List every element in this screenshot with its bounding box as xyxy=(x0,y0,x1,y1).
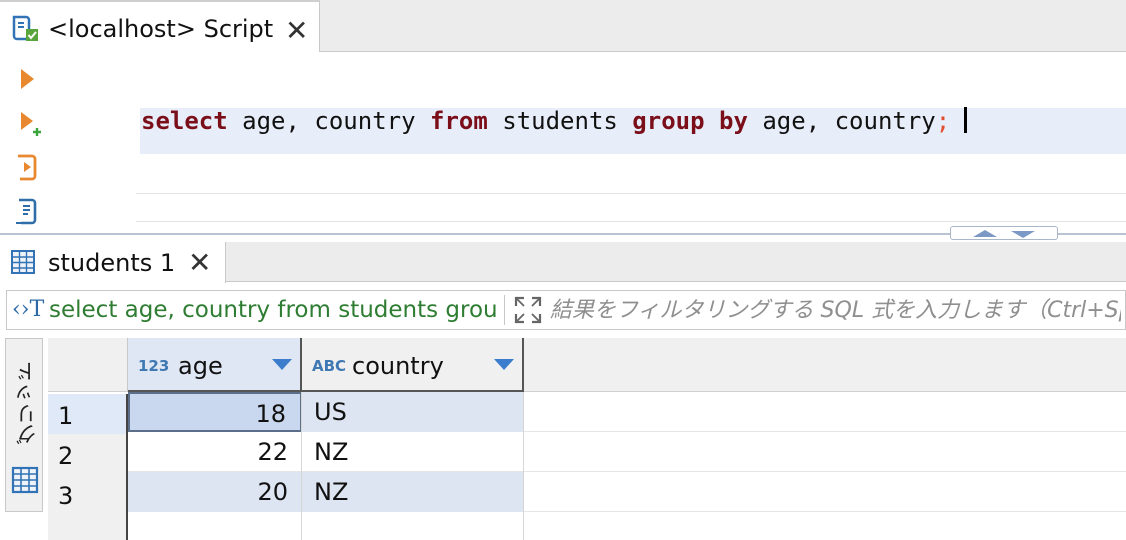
splitter-toggle[interactable] xyxy=(950,226,1058,240)
sql-text: age, country xyxy=(747,107,936,135)
column-divider xyxy=(301,392,302,540)
numeric-type-icon: 123 xyxy=(138,357,170,375)
table-row[interactable]: 1 18 US xyxy=(48,392,1126,434)
column-divider xyxy=(523,392,524,540)
explain-plan-icon[interactable] xyxy=(12,196,42,226)
editor-rule xyxy=(136,193,1126,194)
cell-age[interactable]: 20 xyxy=(128,472,302,512)
up-down-arrows-icon xyxy=(973,230,1035,238)
sql-keyword: group xyxy=(632,107,705,135)
text-type-icon: ABC xyxy=(312,357,347,375)
filter-input[interactable] xyxy=(550,291,1121,329)
sort-dropdown-icon[interactable] xyxy=(272,359,292,370)
execute-in-new-tab-icon[interactable] xyxy=(12,108,42,138)
grid-icon[interactable] xyxy=(10,465,40,495)
expand-icon[interactable] xyxy=(513,295,543,325)
close-icon[interactable]: ✕ xyxy=(285,17,308,45)
row-number: 2 xyxy=(48,434,128,474)
table-row[interactable]: 2 22 NZ xyxy=(48,432,1126,474)
cell-country[interactable]: NZ xyxy=(302,432,524,472)
sql-keyword: select xyxy=(141,107,228,135)
execute-statement-icon[interactable] xyxy=(12,64,42,94)
sql-text: students xyxy=(487,107,633,135)
grid-view-panel[interactable]: グリッド xyxy=(5,338,43,512)
grid-view-label: グリッド xyxy=(15,361,39,445)
sql-editor[interactable]: select age, country from students group … xyxy=(141,107,968,135)
sql-text: age, country xyxy=(227,107,430,135)
row-number xyxy=(48,514,128,540)
filter-bar: ‹›T select age, country from students gr… xyxy=(6,290,1126,330)
tab-script-title: <localhost> Script xyxy=(48,15,274,43)
sort-dropdown-icon[interactable] xyxy=(494,359,514,370)
results-tab-bar: students 1 ✕ xyxy=(0,242,1126,283)
tab-results[interactable]: students 1 ✕ xyxy=(0,242,226,283)
sql-text-icon[interactable]: ‹›T xyxy=(12,297,44,322)
sql-script-icon xyxy=(12,15,38,41)
column-header-country[interactable]: ABC country xyxy=(302,338,524,392)
cell-country[interactable]: US xyxy=(302,392,524,432)
row-number-header xyxy=(48,338,128,392)
column-header-age[interactable]: 123 age xyxy=(128,338,302,392)
empty-row xyxy=(48,512,1126,540)
sql-semicolon: ; xyxy=(935,107,951,135)
filter-separator xyxy=(504,295,505,325)
sql-keyword: from xyxy=(430,107,488,135)
text-caret xyxy=(964,107,968,133)
table-row[interactable]: 3 20 NZ xyxy=(48,472,1126,514)
result-grid: 123 age ABC country 1 18 US 2 22 NZ 3 20… xyxy=(48,338,1126,540)
execute-script-icon[interactable] xyxy=(12,152,42,182)
row-number: 3 xyxy=(48,474,128,514)
editor-rule xyxy=(136,221,1126,222)
editor-tab-bar: <localhost> Script ✕ xyxy=(0,0,1126,52)
tab-script[interactable]: <localhost> Script ✕ xyxy=(0,0,320,52)
sql-keyword: by xyxy=(719,107,748,135)
column-header-label: country xyxy=(352,352,444,380)
table-icon xyxy=(11,250,35,274)
cell-age[interactable]: 22 xyxy=(128,432,302,472)
cell-country[interactable]: NZ xyxy=(302,472,524,512)
column-header-label: age xyxy=(178,352,223,380)
close-icon[interactable]: ✕ xyxy=(188,249,211,277)
cell-age[interactable]: 18 xyxy=(128,392,302,432)
filter-query-text[interactable]: select age, country from students group … xyxy=(49,297,497,323)
row-number: 1 xyxy=(48,394,128,434)
tab-results-title: students 1 xyxy=(48,249,176,277)
